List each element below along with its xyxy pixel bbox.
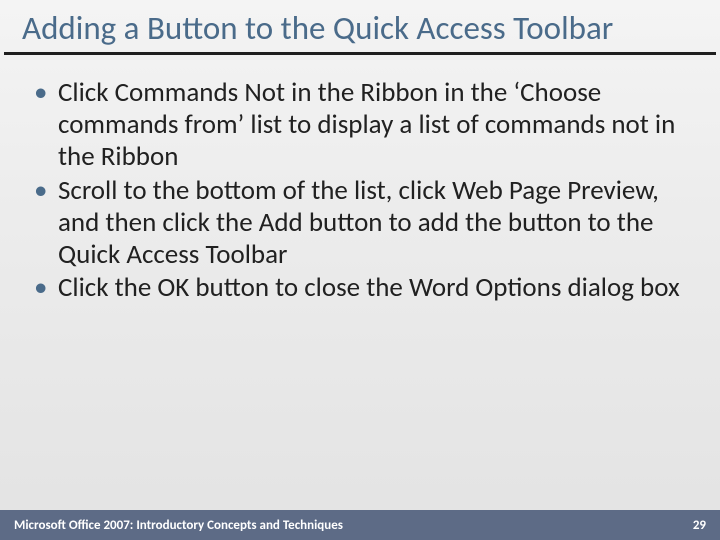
content-area: Click Commands Not in the Ribbon in the … [0, 55, 720, 540]
page-number: 29 [693, 518, 706, 533]
slide: Adding a Button to the Quick Access Tool… [0, 0, 720, 540]
bullet-item: Click the OK button to close the Word Op… [32, 272, 698, 304]
bullet-item: Scroll to the bottom of the list, click … [32, 175, 698, 271]
footer-text: Microsoft Office 2007: Introductory Conc… [14, 518, 343, 533]
footer-bar: Microsoft Office 2007: Introductory Conc… [0, 510, 720, 540]
bullet-list: Click Commands Not in the Ribbon in the … [32, 77, 698, 304]
title-block: Adding a Button to the Quick Access Tool… [4, 0, 716, 55]
bullet-item: Click Commands Not in the Ribbon in the … [32, 77, 698, 173]
slide-title: Adding a Button to the Quick Access Tool… [22, 10, 698, 46]
